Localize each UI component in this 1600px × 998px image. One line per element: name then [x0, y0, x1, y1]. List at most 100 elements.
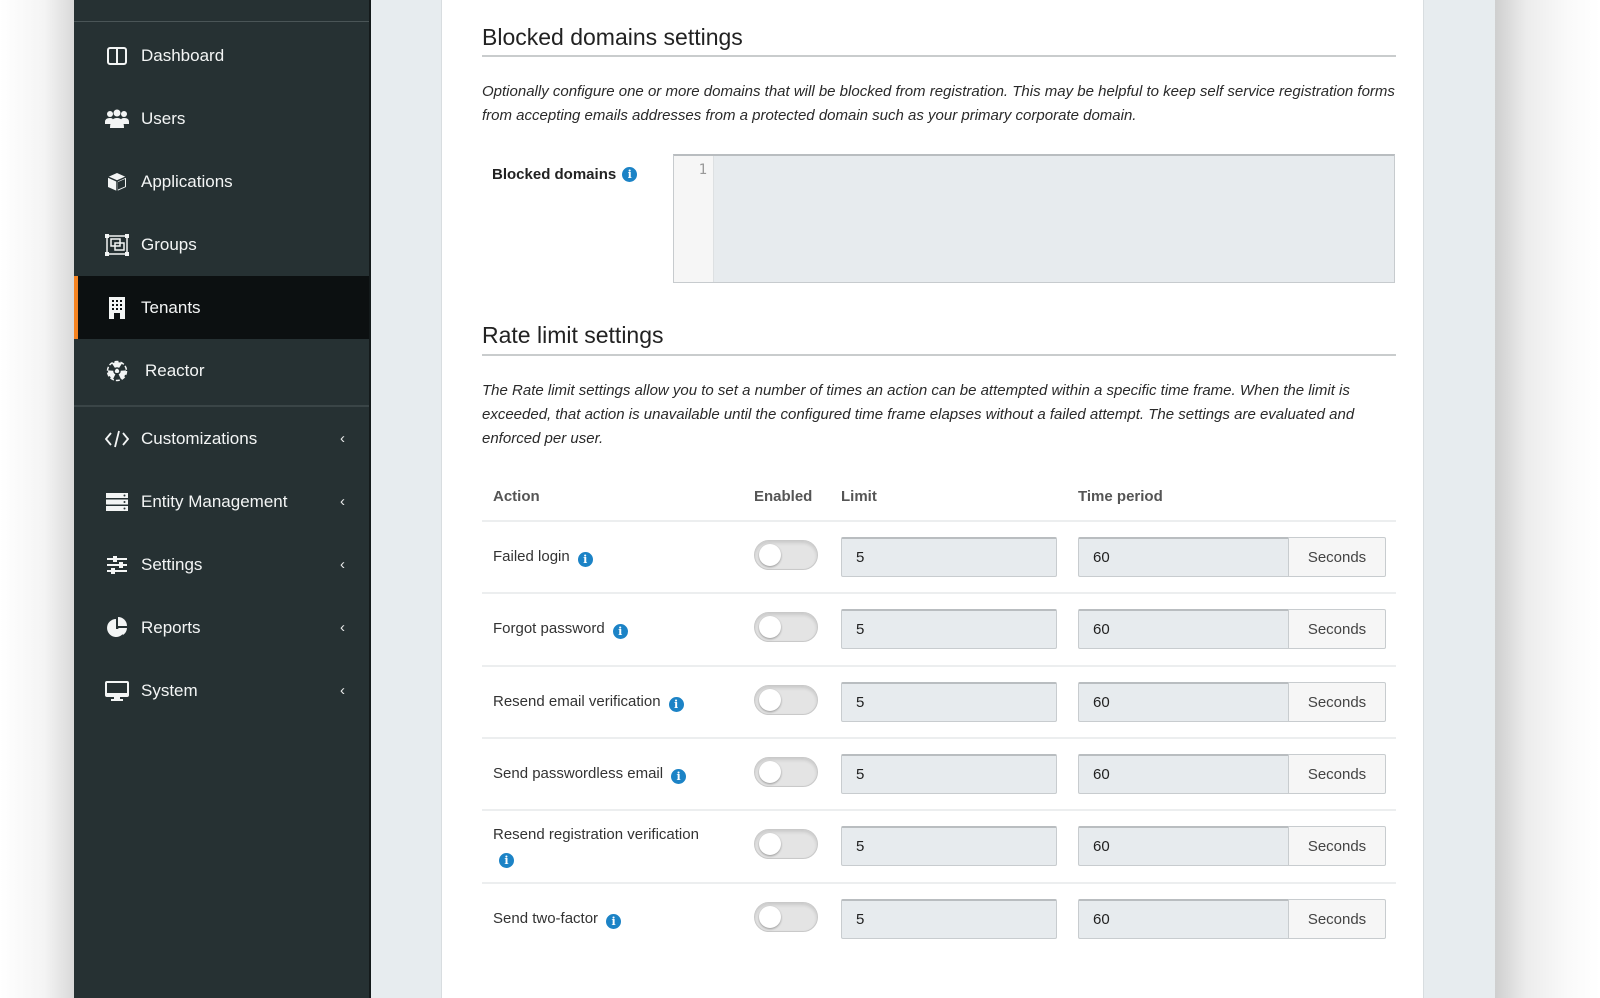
sidebar-item-applications[interactable]: Applications [74, 150, 369, 213]
blocked-domains-editor[interactable]: 1 [673, 154, 1395, 283]
limit-input[interactable]: 5 [841, 682, 1057, 722]
time-period-input[interactable]: 60 [1078, 754, 1289, 794]
sidebar-item-label: Tenants [141, 297, 201, 317]
server-icon [105, 490, 129, 514]
sidebar-item-label: Settings [141, 554, 203, 574]
info-icon[interactable]: i [671, 769, 687, 784]
column-header-action: Action [493, 488, 540, 505]
info-icon[interactable]: i [612, 624, 628, 639]
sidebar-item-settings[interactable]: Settings ‹ [74, 533, 369, 596]
table-row-action: Send two-factor i [493, 907, 738, 930]
info-icon[interactable]: i [622, 167, 638, 182]
sidebar-item-label: Entity Management [141, 491, 288, 511]
main-panel: Blocked domains settings Optionally conf… [441, 0, 1424, 998]
desktop-icon [105, 679, 129, 703]
info-icon[interactable]: i [499, 853, 514, 868]
time-unit-addon: Seconds [1288, 899, 1386, 939]
table-row-action: Failed login i [493, 545, 738, 568]
column-header-enabled: Enabled [754, 488, 813, 505]
info-icon[interactable]: i [668, 697, 684, 712]
limit-input[interactable]: 5 [841, 609, 1057, 649]
toggle-knob [759, 689, 781, 711]
sidebar-item-customizations[interactable]: Customizations ‹ [74, 407, 369, 470]
row-divider [482, 665, 1396, 667]
sidebar-divider [74, 21, 369, 22]
sidebar-item-dashboard[interactable]: Dashboard [74, 24, 369, 87]
row-divider [482, 737, 1396, 739]
table-row-action: Forgot password i [493, 617, 738, 640]
toggle-knob [759, 833, 781, 855]
action-label: Forgot password [493, 620, 605, 637]
chevron-left-icon: ‹ [340, 493, 345, 510]
action-label: Resend registration verification [493, 826, 699, 843]
blocked-domains-description: Optionally configure one or more domains… [482, 83, 1395, 124]
chevron-left-icon: ‹ [340, 556, 345, 573]
sidebar-item-system[interactable]: System ‹ [74, 659, 369, 722]
time-unit-addon: Seconds [1288, 754, 1386, 794]
users-icon [105, 107, 129, 131]
column-header-limit: Limit [841, 488, 877, 505]
time-period-input[interactable]: 60 [1078, 826, 1289, 866]
sidebar-item-label: Users [141, 108, 186, 128]
sliders-icon [105, 553, 129, 577]
sidebar-item-label: Applications [141, 171, 233, 191]
time-period-input[interactable]: 60 [1078, 537, 1289, 577]
sidebar-item-reports[interactable]: Reports ‹ [74, 596, 369, 659]
blocked-domains-title: Blocked domains settings [482, 24, 743, 50]
time-period-input[interactable]: 60 [1078, 682, 1289, 722]
sidebar-item-label: System [141, 680, 198, 700]
section-divider [482, 354, 1396, 356]
sidebar-item-label: Dashboard [141, 45, 225, 65]
sidebar-item-groups[interactable]: Groups [74, 213, 369, 276]
building-icon [105, 296, 129, 320]
limit-input[interactable]: 5 [841, 754, 1057, 794]
time-unit-addon: Seconds [1288, 826, 1386, 866]
info-icon[interactable]: i [606, 914, 622, 929]
enabled-toggle[interactable] [754, 757, 818, 787]
enabled-toggle[interactable] [754, 540, 818, 570]
limit-input[interactable]: 5 [841, 899, 1057, 939]
sidebar-item-tenants[interactable]: Tenants [74, 276, 369, 339]
blocked-domains-label-text: Blocked domains [492, 166, 617, 183]
enabled-toggle[interactable] [754, 902, 818, 932]
action-label: Send passwordless email [493, 765, 664, 782]
enabled-toggle[interactable] [754, 685, 818, 715]
radiation-icon [105, 359, 129, 383]
row-divider [482, 592, 1396, 594]
time-period-input[interactable]: 60 [1078, 609, 1289, 649]
chevron-left-icon: ‹ [340, 619, 345, 636]
window-shadow-right [1495, 0, 1600, 998]
rate-limit-title: Rate limit settings [482, 322, 664, 348]
sidebar: Dashboard Users Applications Groups Tena [74, 0, 371, 998]
sidebar-item-label: Groups [141, 234, 197, 254]
pie-chart-icon [105, 616, 129, 640]
sidebar-item-label: Reactor [145, 360, 205, 380]
table-row-action: Resend registration verification i [493, 823, 738, 869]
chevron-left-icon: ‹ [340, 682, 345, 699]
code-icon [105, 427, 129, 451]
toggle-knob [759, 544, 781, 566]
column-header-time-period: Time period [1078, 488, 1163, 505]
time-period-input[interactable]: 60 [1078, 899, 1289, 939]
rate-limit-description: The Rate limit settings allow you to set… [482, 382, 1355, 447]
limit-input[interactable]: 5 [841, 826, 1057, 866]
table-row-action: Resend email verification i [493, 690, 738, 713]
action-label: Failed login [493, 548, 570, 565]
table-row-action: Send passwordless email i [493, 762, 738, 785]
cube-icon [105, 170, 129, 194]
action-label: Resend email verification [493, 693, 661, 710]
object-group-icon [105, 233, 129, 257]
chevron-left-icon: ‹ [340, 430, 345, 447]
row-divider [482, 809, 1396, 811]
row-divider [482, 882, 1396, 884]
info-icon[interactable]: i [577, 552, 593, 567]
enabled-toggle[interactable] [754, 612, 818, 642]
sidebar-item-reactor[interactable]: Reactor [74, 339, 369, 402]
sidebar-item-users[interactable]: Users [74, 87, 369, 150]
sidebar-item-label: Customizations [141, 428, 258, 448]
sidebar-item-entity-management[interactable]: Entity Management ‹ [74, 470, 369, 533]
line-number: 1 [698, 162, 707, 178]
enabled-toggle[interactable] [754, 829, 818, 859]
editor-gutter: 1 [674, 156, 714, 282]
limit-input[interactable]: 5 [841, 537, 1057, 577]
